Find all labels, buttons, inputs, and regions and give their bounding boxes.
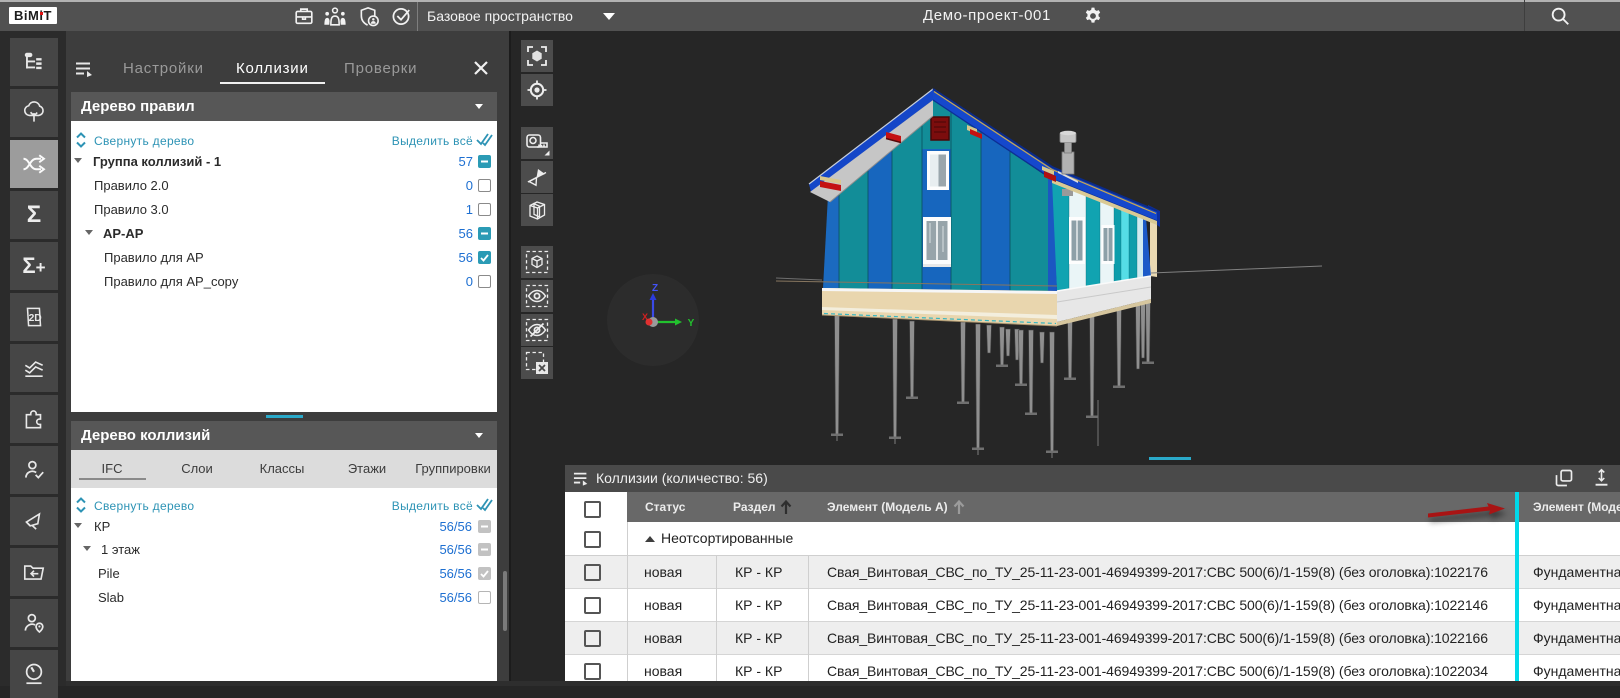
svg-text:Z: Z <box>652 283 658 294</box>
svg-text:2D: 2D <box>29 313 42 324</box>
svg-text:Y: Y <box>688 318 695 329</box>
